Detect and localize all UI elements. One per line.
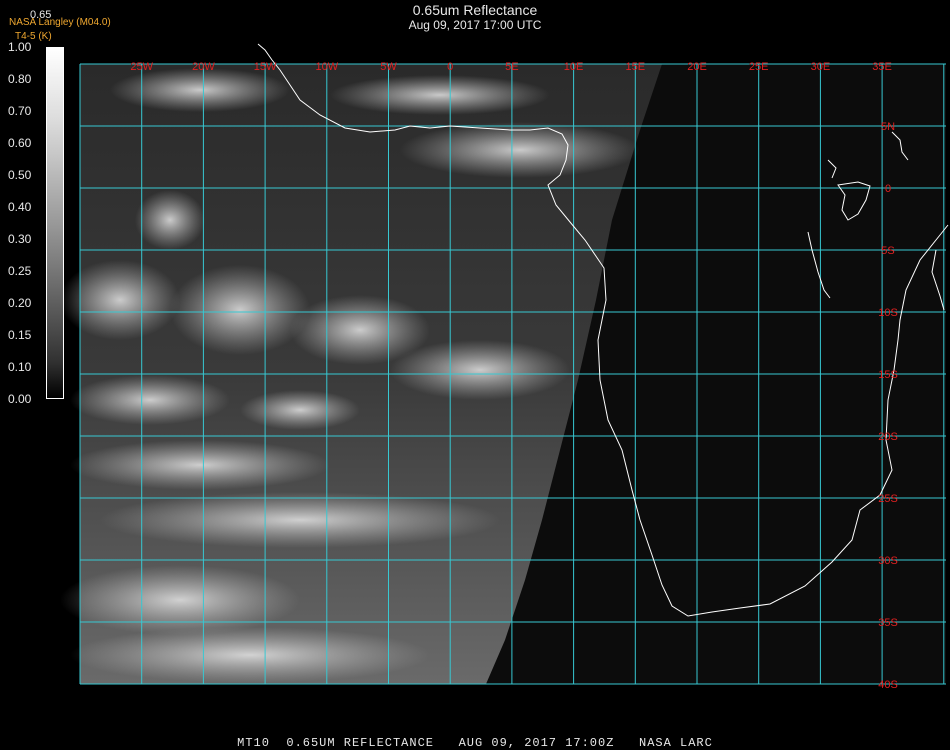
latitude-label: 20S	[878, 431, 898, 443]
footer-caption: MT10 0.65UM REFLECTANCE AUG 09, 2017 17:…	[237, 736, 713, 750]
latitude-label: 30S	[878, 555, 898, 567]
longitude-label: 15W	[254, 61, 277, 73]
longitude-label: 10E	[564, 61, 584, 73]
longitude-label: 5W	[380, 61, 397, 73]
longitude-label: 25W	[130, 61, 153, 73]
longitude-label: 0	[447, 61, 453, 73]
latitude-label: 35S	[878, 617, 898, 629]
longitude-label: 15E	[626, 61, 646, 73]
satellite-map: 25W 20W 15W 10W 5W 0 5E 10E 15E 20E 25E 30E 35E 5N 0 5…	[60, 43, 949, 691]
longitude-label: 10W	[315, 61, 338, 73]
latitude-label: 5N	[881, 121, 895, 133]
longitude-label: 20W	[192, 61, 215, 73]
longitude-label: 30E	[811, 61, 831, 73]
latitude-label: 40S	[878, 679, 898, 691]
latitude-label: 25S	[878, 493, 898, 505]
longitude-label: 20E	[687, 61, 707, 73]
longitude-label: 5E	[505, 61, 518, 73]
longitude-label: 35E	[872, 61, 892, 73]
latitude-label: 10S	[878, 307, 898, 319]
latitude-label: 5S	[881, 245, 894, 257]
latitude-label: 15S	[878, 369, 898, 381]
longitude-label: 25E	[749, 61, 769, 73]
latitude-label: 0	[885, 183, 891, 195]
